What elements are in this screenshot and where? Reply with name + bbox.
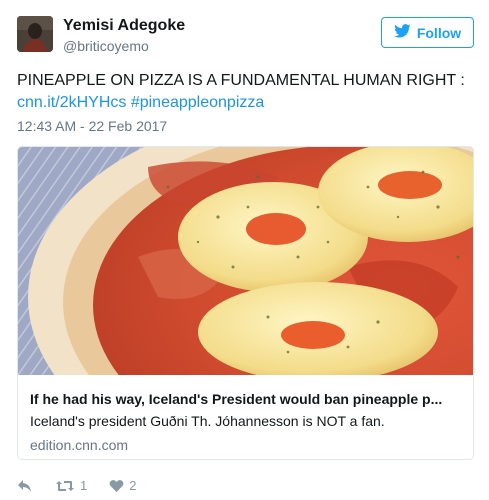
tweet-hashtag[interactable]: #pineappleonpizza [131, 94, 264, 111]
tweet-body: PINEAPPLE ON PIZZA IS A FUNDAMENTAL HUMA… [17, 72, 465, 89]
like-button[interactable]: 2 [109, 478, 136, 493]
retweet-count: 1 [80, 478, 88, 493]
link-card[interactable]: If he had his way, Iceland's President w… [17, 146, 474, 460]
user-name[interactable]: Yemisi Adegoke [63, 17, 185, 35]
avatar[interactable] [17, 16, 53, 52]
user-handle[interactable]: @briticoyemo [63, 38, 149, 54]
card-description: Iceland's president Guðni Th. Jóhannesso… [30, 413, 385, 429]
card-title[interactable]: If he had his way, Iceland's President w… [30, 391, 463, 407]
bird-icon [393, 24, 411, 41]
follow-button[interactable]: Follow [381, 17, 474, 48]
follow-label: Follow [416, 24, 462, 41]
retweet-icon [55, 479, 75, 493]
reply-button[interactable] [17, 479, 33, 493]
tweet-timestamp[interactable]: 12:43 AM - 22 Feb 2017 [17, 118, 167, 134]
card-image[interactable] [18, 147, 473, 375]
heart-icon [109, 479, 124, 493]
reply-icon [17, 479, 33, 493]
avatar-image [17, 16, 53, 52]
card-domain: edition.cnn.com [30, 437, 129, 453]
retweet-button[interactable]: 1 [55, 478, 87, 493]
pizza-image [18, 147, 473, 375]
tweet-link[interactable]: cnn.it/2kHYHcs [17, 94, 126, 111]
like-count: 2 [129, 478, 137, 493]
tweet-actions: 1 2 [17, 478, 136, 493]
tweet-text: PINEAPPLE ON PIZZA IS A FUNDAMENTAL HUMA… [17, 70, 482, 114]
